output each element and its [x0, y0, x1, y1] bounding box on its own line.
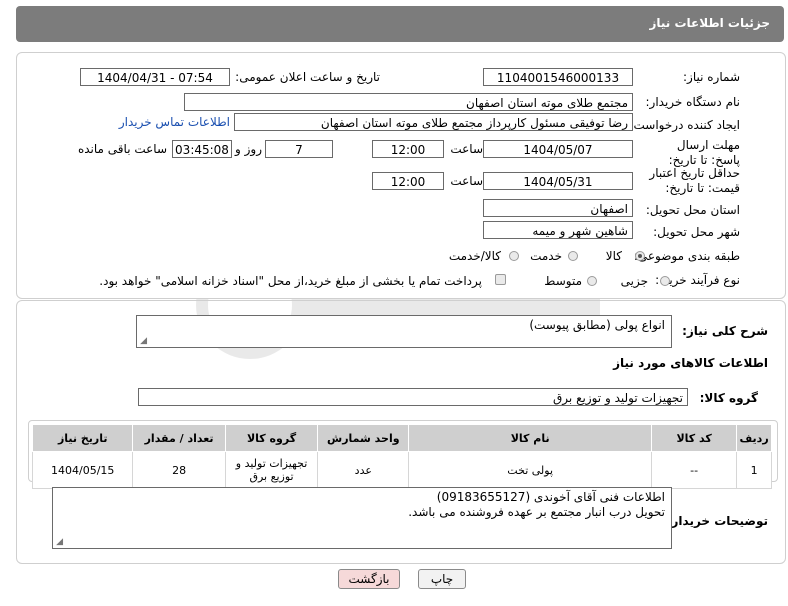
- deadline-time-field: 12:00: [372, 140, 444, 158]
- cell-qty: 28: [132, 451, 226, 489]
- process-option-minor: جزیی: [620, 274, 648, 288]
- resize-handle-icon[interactable]: ◢: [55, 538, 63, 547]
- col-code-header: کد کالا: [651, 424, 738, 452]
- table-header-row: ردیف کد کالا نام کالا واحد شمارش گروه کا…: [31, 424, 772, 452]
- description-label: شرح کلی نیاز:: [682, 324, 768, 338]
- col-unit-header: واحد شمارش: [317, 424, 410, 452]
- resize-handle-icon[interactable]: ◢: [139, 337, 147, 346]
- cell-code: --: [651, 451, 738, 489]
- cell-date: 1404/05/15: [31, 451, 134, 489]
- category-option-goods-service: کالا/خدمت: [448, 249, 501, 263]
- deadline-label: مهلت ارسال پاسخ: تا تاریخ:: [668, 138, 740, 167]
- category-radio-service[interactable]: [568, 251, 578, 261]
- col-name-header: نام کالا: [408, 424, 653, 452]
- cell-group: تجهیزات تولید و توزیع برق: [224, 451, 319, 489]
- col-date-header: تاریخ نیاز: [31, 424, 134, 452]
- need-number-field: 1104001546000133: [483, 68, 633, 86]
- treasury-payment-note: پرداخت تمام یا بخشی از مبلغ خرید،از محل …: [99, 274, 482, 288]
- category-option-goods: کالا: [605, 249, 622, 263]
- city-label: شهر محل تحویل:: [653, 225, 740, 239]
- cell-row: 1: [736, 451, 772, 489]
- table-row[interactable]: 1 -- پولی تخت عدد تجهیزات تولید و توزیع …: [31, 451, 772, 489]
- col-row-header: ردیف: [736, 424, 772, 452]
- remaining-time-field: 03:45:08: [172, 140, 232, 158]
- category-label: طبقه بندی موضوعی:: [633, 249, 740, 263]
- announce-field: 1404/04/31 - 07:54: [80, 68, 230, 86]
- items-table: ردیف کد کالا نام کالا واحد شمارش گروه کا…: [31, 424, 772, 489]
- col-qty-header: تعداد / مقدار: [132, 424, 226, 452]
- process-radio-medium[interactable]: [587, 276, 597, 286]
- remaining-label: ساعت باقی مانده: [77, 142, 167, 156]
- buyer-org-label: نام دستگاه خریدار:: [645, 95, 741, 109]
- buyer-notes-line-2: تحویل درب انبار مجتمع بر عهده فروشنده می…: [408, 505, 665, 519]
- buyer-notes-line-1: اطلاعات فنی آقای آخوندی (09183655127): [436, 490, 665, 504]
- category-radio-goods-service[interactable]: [509, 251, 519, 261]
- process-radio-minor[interactable]: [660, 276, 670, 286]
- days-label: روز و: [235, 142, 262, 156]
- page-title: جزئیات اطلاعات نیاز: [649, 16, 770, 30]
- deadline-date-field: 1404/05/07: [483, 140, 633, 158]
- city-field: شاهین شهر و میمه: [483, 221, 633, 239]
- price-valid-time-field: 12:00: [372, 172, 444, 190]
- category-option-service: خدمت: [530, 249, 562, 263]
- goods-group-field: تجهیزات تولید و توزیع برق: [138, 388, 688, 406]
- goods-section-title: اطلاعات کالاهای مورد نیاز: [613, 356, 768, 370]
- price-valid-label: حداقل تاریخ اعتبار قیمت: تا تاریخ:: [649, 166, 740, 195]
- days-field: 7: [265, 140, 333, 158]
- price-valid-date-field: 1404/05/31: [483, 172, 633, 190]
- deadline-time-label: ساعت: [450, 142, 483, 156]
- province-field: اصفهان: [483, 199, 633, 217]
- announce-label: تاریخ و ساعت اعلان عمومی:: [235, 70, 380, 84]
- price-valid-time-label: ساعت: [450, 174, 483, 188]
- category-radio-goods[interactable]: [635, 251, 645, 261]
- page-header: جزئیات اطلاعات نیاز: [16, 6, 784, 42]
- buyer-notes-label: توضیحات خریدار:: [666, 514, 768, 528]
- description-text: انواع پولی (مطابق پیوست): [529, 318, 665, 332]
- process-option-medium: متوسط: [544, 274, 582, 288]
- cell-unit: عدد: [317, 451, 410, 489]
- col-group-header: گروه کالا: [224, 424, 319, 452]
- need-number-label: شماره نیاز:: [683, 70, 740, 84]
- cell-name: پولی تخت: [408, 451, 653, 489]
- creator-field: رضا توفیقی مسئول کارپرداز مجتمع طلای موت…: [234, 113, 633, 131]
- province-label: استان محل تحویل:: [645, 203, 740, 217]
- goods-group-label: گروه کالا:: [699, 391, 758, 405]
- creator-label: ایجاد کننده درخواست:: [629, 118, 740, 132]
- buyer-notes-textarea: اطلاعات فنی آقای آخوندی (09183655127) تح…: [52, 487, 672, 549]
- buyer-contact-link[interactable]: اطلاعات تماس خریدار: [119, 115, 230, 129]
- description-textarea: انواع پولی (مطابق پیوست) ◢: [136, 315, 672, 348]
- print-button[interactable]: چاپ: [418, 569, 466, 589]
- back-button[interactable]: بازگشت: [338, 569, 400, 589]
- buyer-org-field: مجتمع طلای موته استان اصفهان: [184, 93, 633, 111]
- treasury-payment-checkbox[interactable]: [495, 274, 506, 285]
